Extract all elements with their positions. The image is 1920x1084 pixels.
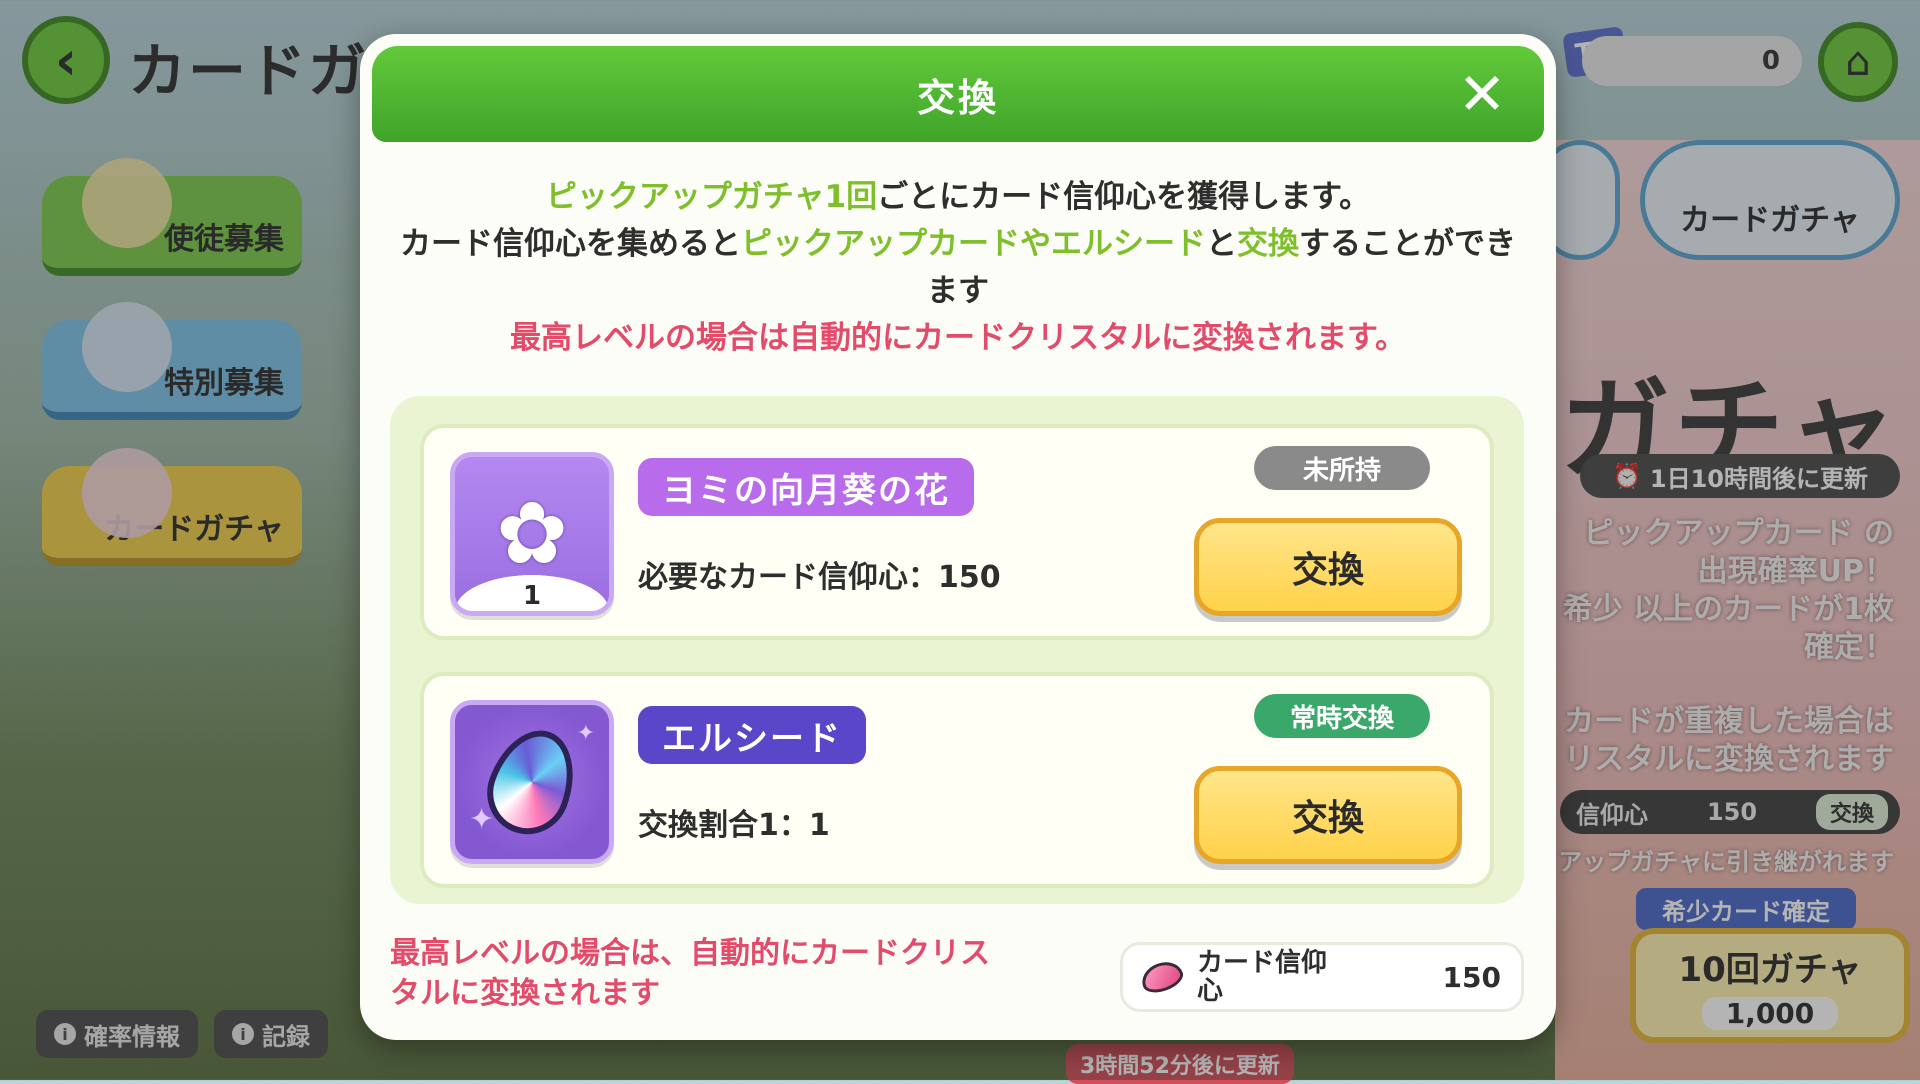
status-badge: 常時交換 <box>1254 694 1430 738</box>
exchange-button[interactable]: 交換 <box>1194 518 1462 616</box>
exchange-button[interactable]: 交換 <box>1194 766 1462 864</box>
item-name: エルシード <box>638 706 866 764</box>
item-detail: 必要なカード信仰心：150 <box>638 560 1001 595</box>
desc-warning: 最高レベルの場合は自動的にカードクリスタルに変換されます。 <box>510 320 1406 356</box>
item-name: ヨミの向月葵の花 <box>638 458 974 516</box>
desc-text: カード信仰心を集めると <box>400 226 741 262</box>
item-detail: 交換割合1：1 <box>638 808 830 843</box>
desc-text: ごとにカード信仰心を獲得します。 <box>877 179 1371 215</box>
desc-highlight: ピックアップガチャ1回 <box>545 179 878 215</box>
faith-crystal-icon <box>1137 956 1187 998</box>
exchange-item: ✦ ✦ エルシード 交換割合1：1 常時交換 交換 <box>420 672 1494 888</box>
flower-glyph: ✿ <box>495 484 569 584</box>
desc-text: と <box>1206 226 1237 262</box>
close-icon: ✕ <box>1457 60 1507 128</box>
exchange-modal: 交換 ✕ ピックアップガチャ1回ごとにカード信仰心を獲得します。 カード信仰心を… <box>360 34 1556 1040</box>
balance-value: 150 <box>1442 960 1501 994</box>
exchange-list: ✿ 1 ヨミの向月葵の花 必要なカード信仰心：150 未所持 交換 ✦ ✦ エル… <box>390 396 1524 904</box>
item-quantity: 1 <box>455 575 609 611</box>
modal-header: 交換 ✕ <box>372 46 1544 142</box>
desc-highlight: 交換 <box>1237 226 1299 262</box>
balance-label: カード信仰心 <box>1197 948 1328 1006</box>
sparkle-icon: ✦ <box>576 721 595 746</box>
faith-balance: カード信仰心 150 <box>1120 942 1524 1012</box>
status-badge: 未所持 <box>1254 446 1430 490</box>
gem-icon: ✦ ✦ <box>450 700 614 864</box>
modal-description: ピックアップガチャ1回ごとにカード信仰心を獲得します。 カード信仰心を集めるとピ… <box>390 174 1526 362</box>
desc-highlight: ピックアップカードやエルシード <box>741 226 1206 262</box>
exchange-item: ✿ 1 ヨミの向月葵の花 必要なカード信仰心：150 未所持 交換 <box>420 424 1494 640</box>
close-button[interactable]: ✕ <box>1452 60 1512 128</box>
modal-title: 交換 <box>916 75 999 120</box>
footer-note: 最高レベルの場合は、自動的にカードクリスタルに変換されます <box>390 936 990 1011</box>
flower-icon: ✿ 1 <box>450 452 614 616</box>
